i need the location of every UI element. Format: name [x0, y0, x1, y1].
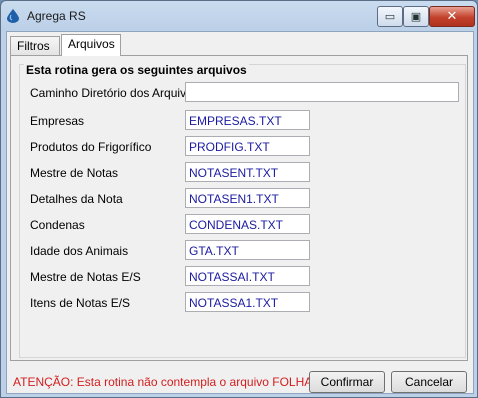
tab-arquivos[interactable]: Arquivos	[61, 34, 121, 56]
dialog-body: Filtros Arquivos Esta rotina gera os seg…	[6, 31, 474, 394]
mestre-notas-es-label: Mestre de Notas E/S	[30, 270, 141, 284]
tab-panel-arquivos: Esta rotina gera os seguintes arquivos C…	[10, 55, 468, 361]
title-bar[interactable]: Agrega RS ▭ ▣ ✕	[1, 1, 477, 31]
maximize-icon: ▣	[410, 10, 422, 23]
produtos-field[interactable]: PRODFIG.TXT	[185, 136, 310, 156]
condenas-field[interactable]: CONDENAS.TXT	[185, 214, 310, 234]
group-title: Esta rotina gera os seguintes arquivos	[24, 63, 249, 77]
warning-message: ATENÇÃO: Esta rotina não contempla o arq…	[13, 375, 341, 389]
idade-animais-label: Idade dos Animais	[30, 244, 129, 258]
condenas-label: Condenas	[30, 218, 85, 232]
close-button[interactable]: ✕	[429, 6, 475, 27]
directory-input[interactable]	[185, 82, 459, 102]
empresas-field[interactable]: EMPRESAS.TXT	[185, 110, 310, 130]
produtos-label: Produtos do Frigorífico	[30, 140, 152, 154]
itens-notas-es-field[interactable]: NOTASSA1.TXT	[185, 292, 310, 312]
maximize-button[interactable]: ▣	[403, 6, 429, 27]
minimize-icon: ▭	[384, 10, 396, 23]
minimize-button[interactable]: ▭	[377, 6, 403, 27]
files-group: Esta rotina gera os seguintes arquivos C…	[19, 63, 466, 358]
tab-filtros[interactable]: Filtros	[10, 36, 60, 55]
detalhes-nota-label: Detalhes da Nota	[30, 192, 123, 206]
idade-animais-field[interactable]: GTA.TXT	[185, 240, 310, 260]
itens-notas-es-label: Itens de Notas E/S	[30, 296, 131, 310]
cancel-button[interactable]: Cancelar	[391, 371, 467, 393]
detalhes-nota-field[interactable]: NOTASEN1.TXT	[185, 188, 310, 208]
mestre-notas-es-field[interactable]: NOTASSAI.TXT	[185, 266, 310, 286]
app-drop-icon	[7, 9, 19, 23]
mestre-notas-field[interactable]: NOTASENT.TXT	[185, 162, 310, 182]
window-title: Agrega RS	[27, 9, 86, 23]
app-window: Agrega RS ▭ ▣ ✕ Filtros Arquivos Esta ro…	[0, 0, 478, 398]
directory-label: Caminho Diretório dos Arquivos	[30, 86, 199, 100]
mestre-notas-label: Mestre de Notas	[30, 166, 119, 180]
confirm-button[interactable]: Confirmar	[309, 371, 385, 393]
close-icon: ✕	[446, 9, 458, 24]
empresas-label: Empresas	[30, 114, 85, 128]
